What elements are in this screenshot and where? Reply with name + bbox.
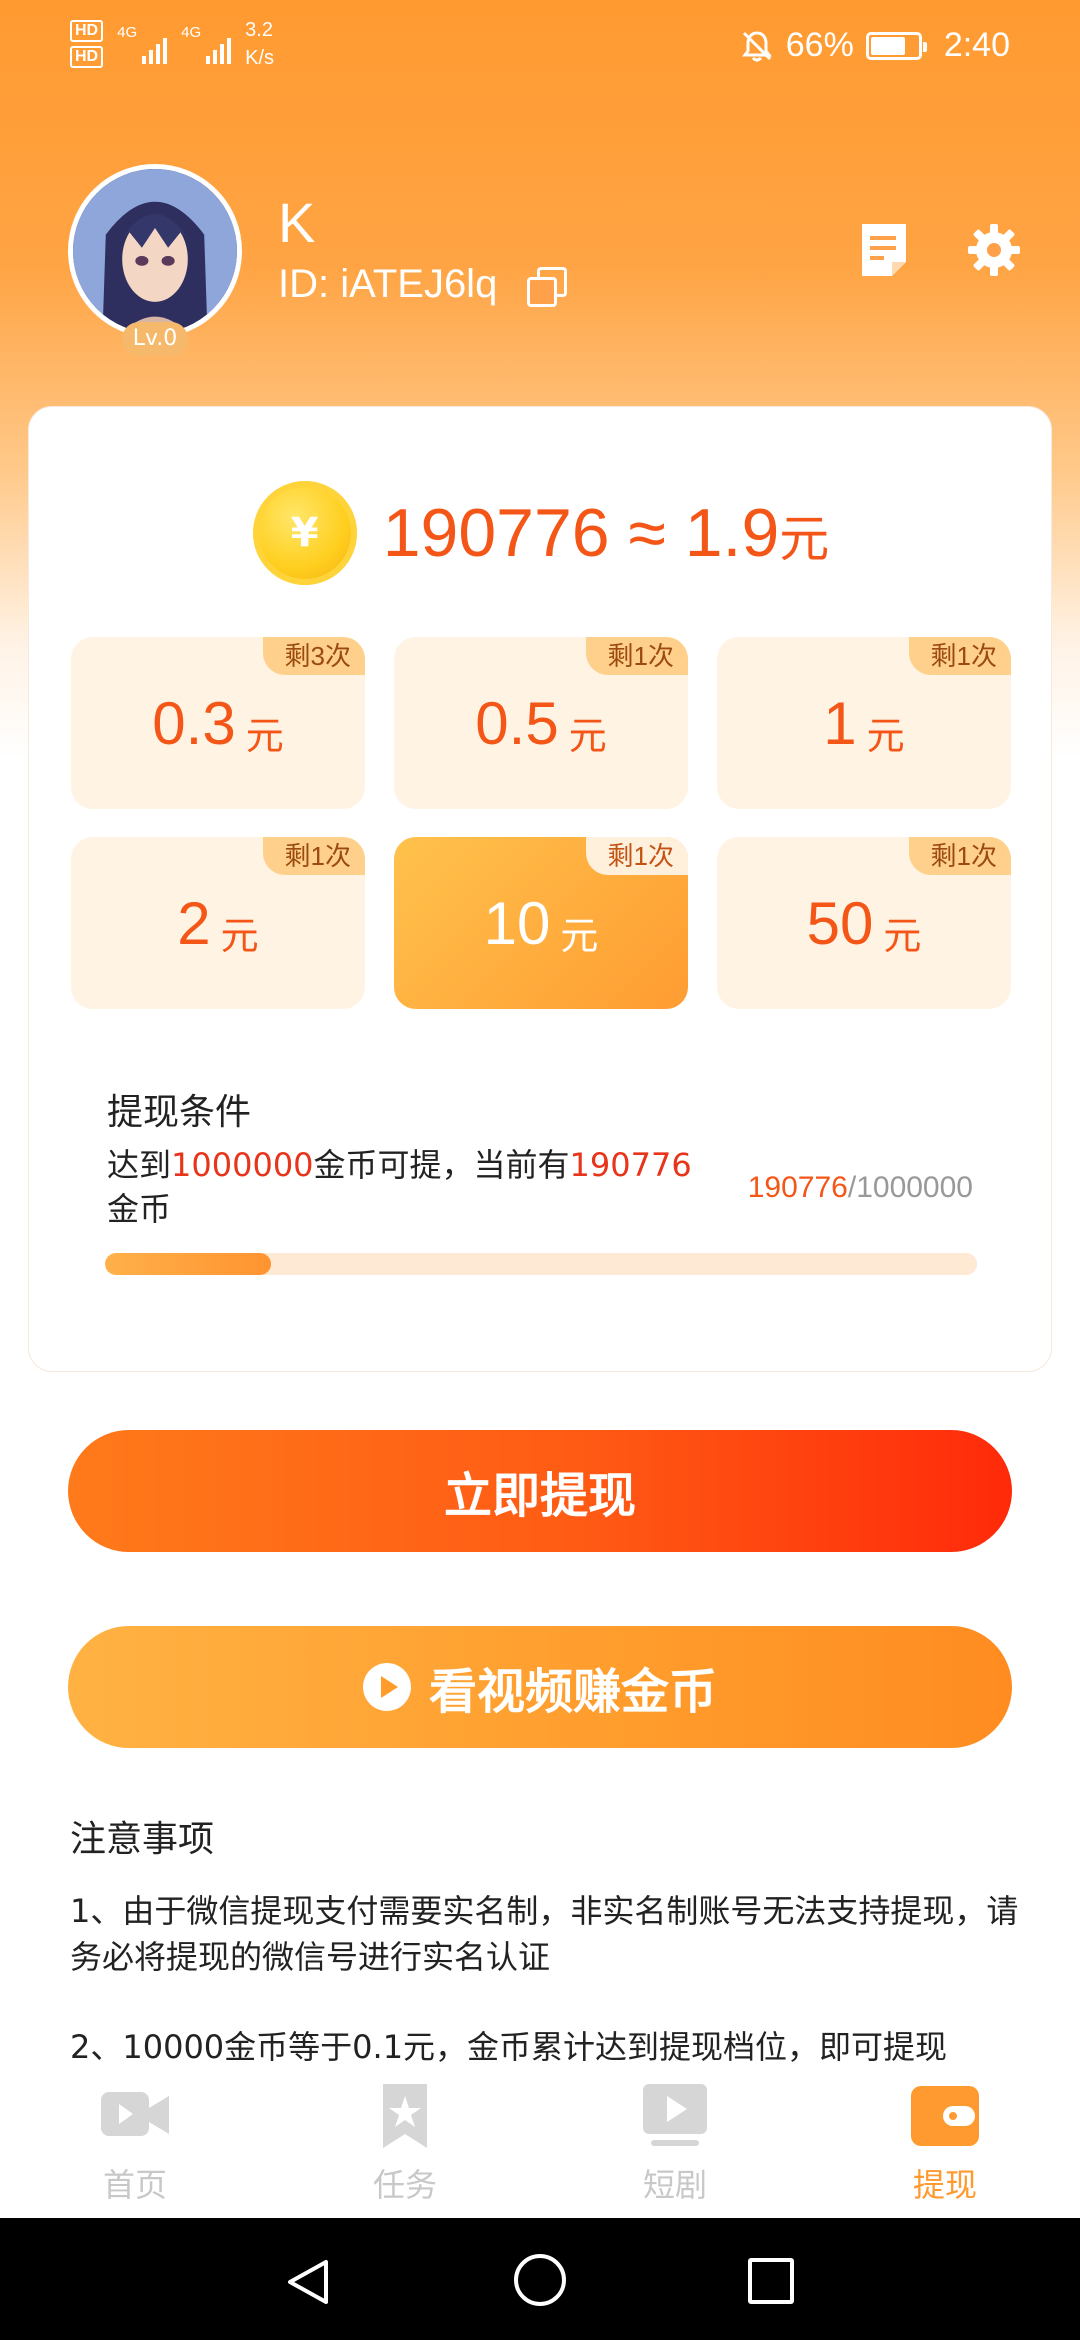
option-amount: 50 <box>806 889 874 957</box>
condition-text: 金币 <box>107 1190 172 1228</box>
remaining-badge: 剩1次 <box>908 837 1011 875</box>
option-unit: 元 <box>866 715 905 758</box>
tab-label: 任务 <box>372 2166 437 2204</box>
option-amount: 10 <box>483 889 551 957</box>
condition-title: 提现条件 <box>107 1092 252 1133</box>
option-unit: 元 <box>220 915 259 958</box>
records-button[interactable] <box>856 222 912 278</box>
watch-video-label: 看视频赚金币 <box>428 1664 717 1720</box>
avatar[interactable] <box>68 164 242 338</box>
condition-text: 达到 <box>107 1146 172 1184</box>
balance-row: ¥ 190776 ≈ 1.9元 <box>29 481 1053 585</box>
signal-icon: 4G <box>181 24 232 64</box>
wallet-icon <box>911 2086 979 2146</box>
withdraw-options: 剩3次 0.3 元 剩1次 0.5 元 剩1次 1元 剩1次 2元 剩1次 10 元 … <box>71 637 1011 1009</box>
option-unit: 元 <box>883 915 922 958</box>
user-id-row: ID: iATEJ6lq <box>278 262 568 307</box>
recent-apps-icon[interactable] <box>748 2258 794 2304</box>
tab-home[interactable]: 首页 <box>0 2062 270 2218</box>
speed-unit: K/s <box>245 47 275 69</box>
balance-value: 190776 ≈ 1.9 <box>382 495 780 571</box>
coin-symbol: ¥ <box>290 510 319 556</box>
condition-text: 金币可提，当前有 <box>313 1146 570 1184</box>
watch-video-button[interactable]: 看视频赚金币 <box>68 1626 1012 1748</box>
play-icon <box>362 1663 411 1711</box>
status-left: HD HD 4G 4G 3.2 K/s <box>70 18 274 70</box>
video-camera-icon <box>101 2092 169 2136</box>
back-icon[interactable] <box>286 2258 330 2306</box>
network-type: 4G <box>117 24 138 41</box>
option-unit: 元 <box>560 915 599 958</box>
option-amount: 0.5 <box>475 689 559 757</box>
condition-description: 达到1000000金币可提，当前有190776 金币 <box>107 1143 747 1231</box>
level-badge: Lv.0 <box>122 322 188 356</box>
avatar-image <box>73 169 237 333</box>
progress-bar <box>105 1253 977 1275</box>
tab-label: 短剧 <box>642 2166 707 2204</box>
remaining-badge: 剩3次 <box>262 637 365 675</box>
network-type: 4G <box>181 24 202 41</box>
system-nav-bar <box>0 2218 1080 2340</box>
home-icon[interactable] <box>514 2254 566 2306</box>
withdraw-option[interactable]: 剩1次 50 元 <box>717 837 1011 1009</box>
hd-icon: HD <box>70 20 104 42</box>
battery-percent: 66% <box>785 26 854 64</box>
tab-short-drama[interactable]: 短剧 <box>540 2062 810 2218</box>
note-item: 1、由于微信提现支付需要实名制，非实名制账号无法支持提现，请务必将提现的微信号进… <box>70 1892 1019 1976</box>
withdraw-now-button[interactable]: 立即提现 <box>68 1430 1012 1552</box>
speed-value: 3.2 <box>245 19 273 41</box>
tab-label: 提现 <box>912 2166 977 2204</box>
mute-bell-icon <box>741 30 772 61</box>
progress-fill <box>105 1253 271 1275</box>
hd-indicators: HD HD <box>70 20 104 68</box>
network-speed: 3.2 K/s <box>245 18 274 70</box>
withdraw-option[interactable]: 剩1次 2元 <box>71 837 365 1009</box>
user-id: ID: iATEJ6lq <box>278 262 498 306</box>
option-amount: 0.3 <box>152 689 236 757</box>
bottom-tab-bar: 首页 任务 短剧 提现 <box>0 2062 1080 2218</box>
remaining-badge: 剩1次 <box>908 637 1011 675</box>
progress-total: /1000000 <box>847 1171 973 1204</box>
settings-button[interactable] <box>966 222 1022 278</box>
progress-current: 190776 <box>747 1171 848 1204</box>
tab-tasks[interactable]: 任务 <box>270 2062 540 2218</box>
remaining-badge: 剩1次 <box>585 837 688 875</box>
withdraw-option-selected[interactable]: 剩1次 10 元 <box>394 837 688 1009</box>
play-screen-icon <box>643 2084 707 2146</box>
option-unit: 元 <box>245 715 284 758</box>
withdraw-option[interactable]: 剩3次 0.3 元 <box>71 637 365 809</box>
gold-coin-icon: ¥ <box>252 481 357 585</box>
status-bar: HD HD 4G 4G 3.2 K/s 66% 2:40 <box>0 0 1080 90</box>
option-unit: 元 <box>568 715 607 758</box>
notes-title: 注意事项 <box>70 1819 215 1860</box>
battery-icon <box>865 31 927 60</box>
option-amount: 2 <box>177 889 211 957</box>
hd-icon: HD <box>70 46 104 68</box>
withdraw-option[interactable]: 剩1次 0.5 元 <box>394 637 688 809</box>
status-right: 66% 2:40 <box>740 26 1010 65</box>
balance-amount: 190776 ≈ 1.9元 <box>383 494 830 572</box>
condition-current: 190776 <box>569 1146 692 1184</box>
copy-icon[interactable] <box>527 266 568 307</box>
option-amount: 1 <box>823 689 857 757</box>
signal-icon: 4G <box>117 24 168 64</box>
tab-withdraw[interactable]: 提现 <box>810 2062 1080 2218</box>
balance-unit: 元 <box>779 511 830 567</box>
gear-icon <box>968 224 1020 276</box>
withdraw-option[interactable]: 剩1次 1元 <box>717 637 1011 809</box>
withdraw-card: ¥ 190776 ≈ 1.9元 剩3次 0.3 元 剩1次 0.5 元 剩1次 1元… <box>28 406 1052 1372</box>
tab-label: 首页 <box>102 2166 167 2204</box>
document-icon <box>862 224 906 276</box>
remaining-badge: 剩1次 <box>262 837 365 875</box>
user-name: K <box>278 191 316 254</box>
bookmark-star-icon <box>383 2084 427 2148</box>
clock: 2:40 <box>943 26 1010 64</box>
progress-count: 190776/1000000 <box>748 1171 973 1205</box>
condition-target: 1000000 <box>171 1146 314 1184</box>
remaining-badge: 剩1次 <box>585 637 688 675</box>
